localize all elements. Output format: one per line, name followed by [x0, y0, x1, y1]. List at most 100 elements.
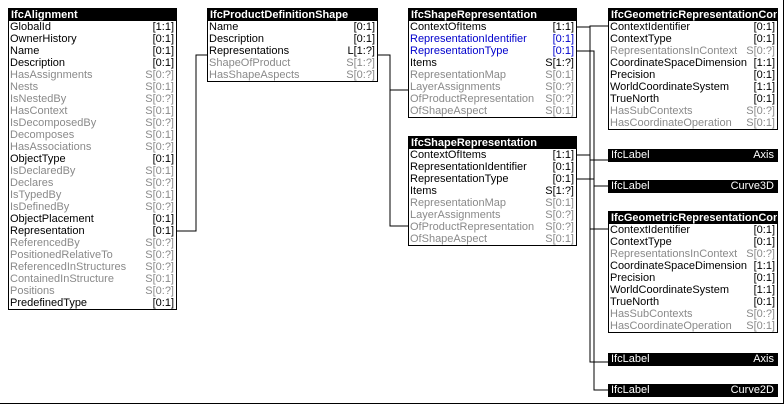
attribute-row[interactable]: IsDecomposedBy S[0:?]: [9, 117, 176, 129]
attribute-cardinality: S[0:1]: [145, 273, 174, 285]
attribute-row[interactable]: OfShapeAspect S[0:1]: [409, 105, 576, 117]
connector-line: [577, 25, 608, 28]
attribute-row[interactable]: CoordinateSpaceDimension [1:1]: [609, 57, 777, 69]
label-box[interactable]: IfcLabel Curve2D: [608, 384, 778, 397]
attribute-row[interactable]: RepresentationType [0:1]: [409, 173, 576, 185]
attribute-row[interactable]: PredefinedType [0:1]: [9, 297, 176, 309]
attribute-cardinality: S[0:1]: [145, 129, 174, 141]
attribute-name: ReferencedBy: [10, 237, 80, 249]
attribute-row[interactable]: Positions S[0:?]: [9, 285, 176, 297]
attribute-row[interactable]: Declares S[0:?]: [9, 177, 176, 189]
entity-box-ifcshaperepresentation[interactable]: IfcShapeRepresentation ContextOfItems [1:1…: [408, 136, 577, 246]
attribute-row[interactable]: LayerAssignments S[0:?]: [409, 81, 576, 93]
attribute-row[interactable]: RepresentationIdentifier [0:1]: [409, 161, 576, 173]
attribute-row[interactable]: ContainedInStructure S[0:1]: [9, 273, 176, 285]
attribute-row[interactable]: HasCoordinateOperation S[0:1]: [609, 320, 777, 332]
attribute-cardinality: [0:1]: [152, 213, 174, 225]
attribute-row[interactable]: RepresentationIdentifier [0:1]: [409, 33, 576, 45]
attribute-row[interactable]: TrueNorth [0:1]: [609, 93, 777, 105]
attribute-row[interactable]: Representation [0:1]: [9, 225, 176, 237]
attribute-row[interactable]: HasAssignments S[0:?]: [9, 69, 176, 81]
entity-box-ifcgeometricrepresentationcontext[interactable]: IfcGeometricRepresentationContextContext…: [608, 8, 778, 130]
attribute-row[interactable]: Name [0:1]: [208, 21, 377, 33]
attribute-row[interactable]: LayerAssignments S[0:?]: [409, 209, 576, 221]
attribute-row[interactable]: ContextOfItems [1:1]: [409, 149, 576, 161]
attribute-row[interactable]: Items S[1:?]: [409, 185, 576, 197]
attribute-row[interactable]: HasShapeAspects S[0:?]: [208, 69, 377, 81]
attribute-row[interactable]: RepresentationMap S[0:1]: [409, 69, 576, 81]
attribute-row[interactable]: OfProductRepresentation S[0:?]: [409, 221, 576, 233]
attribute-cardinality: [1:1]: [753, 57, 775, 69]
attribute-cardinality: [0:1]: [152, 225, 174, 237]
attribute-row[interactable]: ReferencedBy S[0:?]: [9, 237, 176, 249]
attribute-row[interactable]: ContextIdentifier [0:1]: [609, 21, 777, 33]
attribute-name: CoordinateSpaceDimension: [610, 260, 747, 272]
attribute-name: ObjectType: [10, 153, 66, 165]
attribute-row[interactable]: Description [0:1]: [208, 33, 377, 45]
attribute-name: Description: [10, 57, 66, 69]
attribute-row[interactable]: ContextType [0:1]: [609, 236, 777, 248]
attribute-cardinality: [0:1]: [552, 161, 574, 173]
attribute-cardinality: S[0:?]: [545, 209, 574, 221]
attribute-name: ContextOfItems: [410, 21, 487, 33]
attribute-row[interactable]: Decomposes S[0:1]: [9, 129, 176, 141]
entity-box-ifcalignment[interactable]: IfcAlignment GlobalId [1:1] OwnerHistory [0:…: [8, 8, 177, 310]
attribute-row[interactable]: Items S[1:?]: [409, 57, 576, 69]
attribute-row[interactable]: IsDeclaredBy S[0:1]: [9, 165, 176, 177]
attribute-row[interactable]: OfProductRepresentation S[0:?]: [409, 93, 576, 105]
attribute-cardinality: S[0:?]: [746, 45, 775, 57]
attribute-row[interactable]: CoordinateSpaceDimension [1:1]: [609, 260, 777, 272]
attribute-row[interactable]: RepresentationType [0:1]: [409, 45, 576, 57]
attribute-row[interactable]: TrueNorth [0:1]: [609, 296, 777, 308]
attribute-name: Precision: [610, 272, 656, 284]
attribute-cardinality: [0:1]: [753, 33, 775, 45]
attribute-row[interactable]: ReferencedInStructures S[0:?]: [9, 261, 176, 273]
attribute-row[interactable]: ContextType [0:1]: [609, 33, 777, 45]
attribute-row[interactable]: Name [0:1]: [9, 45, 176, 57]
attribute-row[interactable]: Description [0:1]: [9, 57, 176, 69]
attribute-row[interactable]: GlobalId [1:1]: [9, 21, 176, 33]
attribute-row[interactable]: Representations L[1:?]: [208, 45, 377, 57]
attribute-row[interactable]: OfShapeAspect S[0:1]: [409, 233, 576, 245]
attribute-row[interactable]: RepresentationsInContext S[0:?]: [609, 45, 777, 57]
attribute-row[interactable]: ShapeOfProduct S[1:?]: [208, 57, 377, 69]
attribute-row[interactable]: HasAssociations S[0:?]: [9, 141, 176, 153]
attribute-row[interactable]: WorldCoordinateSystem [1:1]: [609, 81, 777, 93]
attribute-row[interactable]: ContextOfItems [1:1]: [409, 21, 576, 33]
attribute-row[interactable]: HasCoordinateOperation S[0:1]: [609, 117, 777, 129]
attribute-row[interactable]: Nests S[0:1]: [9, 81, 176, 93]
attribute-cardinality: S[0:?]: [145, 237, 174, 249]
attribute-row[interactable]: OwnerHistory [0:1]: [9, 33, 176, 45]
attribute-row[interactable]: ContextIdentifier [0:1]: [609, 224, 777, 236]
attribute-row[interactable]: IsNestedBy S[0:?]: [9, 93, 176, 105]
attribute-row[interactable]: Precision [0:1]: [609, 272, 777, 284]
attribute-row[interactable]: IsDefinedBy S[0:?]: [9, 201, 176, 213]
attribute-cardinality: S[0:1]: [545, 69, 574, 81]
attribute-row[interactable]: HasSubContexts S[0:?]: [609, 105, 777, 117]
attribute-cardinality: S[0:?]: [145, 261, 174, 273]
attribute-cardinality: [1:1]: [753, 81, 775, 93]
entity-box-ifcproductdefinitionshape[interactable]: IfcProductDefinitionShape Name [0:1] Descri…: [207, 8, 378, 82]
attribute-row[interactable]: RepresentationsInContext S[0:?]: [609, 248, 777, 260]
label-box[interactable]: IfcLabel Curve3D: [608, 180, 778, 193]
attribute-row[interactable]: PositionedRelativeTo S[0:?]: [9, 249, 176, 261]
entity-title: IfcProductDefinitionShape: [208, 9, 377, 21]
label-box[interactable]: IfcLabel Axis: [608, 353, 778, 366]
attribute-row[interactable]: IsTypedBy S[0:1]: [9, 189, 176, 201]
entity-box-ifcshaperepresentation[interactable]: IfcShapeRepresentation ContextOfItems [1:1…: [408, 8, 577, 118]
attribute-row[interactable]: HasSubContexts S[0:?]: [609, 308, 777, 320]
attribute-cardinality: [0:1]: [753, 224, 775, 236]
label-box[interactable]: IfcLabel Axis: [608, 149, 778, 162]
attribute-row[interactable]: HasContext S[0:1]: [9, 105, 176, 117]
attribute-cardinality: S[0:?]: [145, 249, 174, 261]
diagram-canvas: IfcAlignment GlobalId [1:1] OwnerHistory [0:…: [0, 0, 784, 404]
attribute-row[interactable]: ObjectPlacement [0:1]: [9, 213, 176, 225]
entity-box-ifcgeometricrepresentationcontext[interactable]: IfcGeometricRepresentationContextContext…: [608, 211, 778, 333]
attribute-name: LayerAssignments: [410, 81, 501, 93]
attribute-row[interactable]: RepresentationMap S[0:1]: [409, 197, 576, 209]
attribute-name: Representation: [10, 225, 85, 237]
attribute-row[interactable]: WorldCoordinateSystem [1:1]: [609, 284, 777, 296]
attribute-row[interactable]: Precision [0:1]: [609, 69, 777, 81]
attribute-cardinality: S[0:?]: [145, 93, 174, 105]
attribute-row[interactable]: ObjectType [0:1]: [9, 153, 176, 165]
